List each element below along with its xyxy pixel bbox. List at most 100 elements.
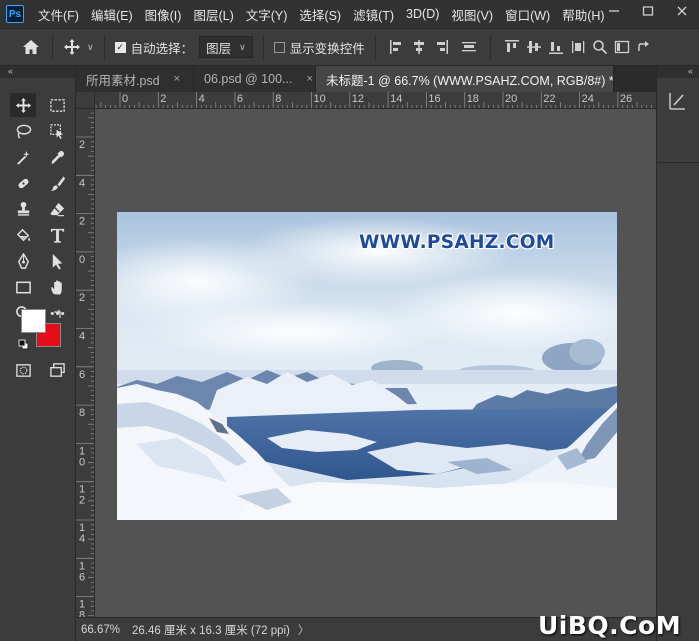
ruler-label: 12 — [352, 93, 364, 105]
menu-type[interactable]: 文字(Y) — [246, 5, 288, 24]
paint-bucket-tool-icon[interactable] — [10, 223, 36, 247]
close-icon[interactable]: × — [174, 73, 180, 85]
chevron-down-icon: ∨ — [239, 41, 246, 52]
home-icon[interactable] — [20, 36, 42, 58]
divider — [52, 35, 53, 59]
rectangle-tool-icon[interactable] — [10, 275, 36, 299]
align-right-icon[interactable] — [430, 36, 452, 58]
ruler-label: 4 — [79, 533, 85, 545]
menu-select[interactable]: 选择(S) — [299, 5, 341, 24]
menu-view[interactable]: 视图(V) — [451, 5, 493, 24]
properties-panel-icon[interactable] — [666, 90, 688, 112]
eyedropper-tool-icon[interactable] — [44, 145, 70, 169]
chevron-right-icon[interactable]: 〉 — [298, 622, 310, 638]
foreground-color-swatch[interactable] — [21, 309, 46, 333]
watermark-text: WWW.PSAHZ.COM — [359, 232, 555, 253]
swap-colors-icon[interactable] — [52, 309, 64, 321]
lasso-tool-icon[interactable] — [10, 119, 36, 143]
ruler-label: 20 — [505, 93, 517, 105]
divider — [262, 35, 264, 59]
canvas-area[interactable]: WWW.PSAHZ.COM — [95, 109, 656, 617]
ruler-label: 2 — [79, 139, 85, 151]
move-tool-preset[interactable]: ∨ — [63, 38, 94, 56]
close-icon[interactable]: × — [306, 73, 312, 85]
menu-3d[interactable]: 3D(D) — [406, 7, 439, 21]
ruler-label: 8 — [275, 93, 281, 105]
ruler-label: 8 — [79, 407, 85, 419]
document-canvas[interactable]: WWW.PSAHZ.COM — [117, 212, 617, 520]
ruler-label: 14 — [390, 93, 402, 105]
auto-select-target-dropdown[interactable]: 图层 ∨ — [199, 36, 253, 58]
ruler-label: 4 — [79, 331, 85, 343]
minimize-icon[interactable] — [597, 0, 631, 22]
quick-mask-icon[interactable] — [10, 358, 36, 382]
align-bottom-icon[interactable] — [545, 36, 567, 58]
tab-label: 未标题-1 @ 66.7% (WWW.PSAHZ.COM, RGB/8#) * — [326, 73, 614, 88]
vertical-ruler-ticks: 24202468101214161820 — [76, 112, 94, 617]
collapse-tools-button[interactable]: « — [0, 66, 75, 78]
screen-mode-icon[interactable] — [44, 358, 70, 382]
ruler-label: 24 — [582, 93, 594, 105]
ruler-label: 2 — [160, 93, 166, 105]
maximize-icon[interactable] — [631, 0, 665, 22]
ruler-label: 10 — [314, 93, 326, 105]
align-center-icon[interactable] — [408, 36, 430, 58]
healing-brush-tool-icon[interactable] — [10, 171, 36, 195]
menu-edit[interactable]: 编辑(E) — [91, 5, 133, 24]
auto-select-target-value: 图层 — [206, 41, 232, 56]
type-tool-icon[interactable] — [44, 223, 70, 247]
tab-untitled-1[interactable]: 未标题-1 @ 66.7% (WWW.PSAHZ.COM, RGB/8#) * … — [316, 66, 614, 92]
site-watermark-logo: UiBQ.CoM — [538, 611, 682, 640]
tools-panel: « — [0, 66, 76, 641]
align-middle-icon[interactable] — [523, 36, 545, 58]
right-panel-dock: « — [656, 66, 699, 641]
tab-06-psd[interactable]: 06.psd @ 100... × — [194, 66, 316, 92]
collapse-panels-button[interactable]: « — [657, 66, 699, 78]
hand-tool-icon[interactable] — [44, 275, 70, 299]
close-window-icon[interactable] — [665, 0, 699, 22]
menu-window[interactable]: 窗口(W) — [505, 5, 550, 24]
divider — [657, 162, 699, 163]
show-transform-checkbox[interactable] — [273, 41, 285, 53]
ruler-label: 6 — [79, 571, 85, 583]
default-colors-icon[interactable] — [18, 339, 30, 351]
move-tool-icon[interactable] — [10, 93, 36, 117]
menu-image[interactable]: 图像(I) — [145, 5, 182, 24]
eraser-tool-icon[interactable] — [44, 197, 70, 221]
ruler-corner[interactable] — [76, 92, 95, 109]
horizontal-ruler-ticks: 0 2 4 6 8 10 12 14 16 18 20 22 24 26 — [95, 92, 652, 108]
marquee-tool-icon[interactable] — [44, 93, 70, 117]
divider — [374, 35, 376, 59]
menu-file[interactable]: 文件(F) — [38, 5, 79, 24]
search-icon[interactable] — [589, 36, 611, 58]
zoom-level[interactable]: 66.67% — [76, 624, 126, 636]
distribute-icon[interactable] — [567, 36, 589, 58]
tab-label: 所用素材.psd — [86, 73, 160, 88]
tab-label: 06.psd @ 100... — [204, 72, 293, 86]
pen-tool-icon[interactable] — [10, 249, 36, 273]
align-top-icon[interactable] — [501, 36, 523, 58]
magic-wand-tool-icon[interactable] — [10, 145, 36, 169]
ruler-label: 26 — [620, 93, 632, 105]
horizontal-ruler[interactable]: 0 2 4 6 8 10 12 14 16 18 20 22 24 26 — [95, 92, 656, 109]
object-select-tool-icon[interactable] — [44, 119, 70, 143]
document-tab-bar: 所用素材.psd × 06.psd @ 100... × 未标题-1 @ 66.… — [76, 66, 656, 92]
ruler-label: 2 — [79, 495, 85, 507]
share-icon[interactable] — [633, 36, 655, 58]
auto-select-checkbox[interactable]: ✓ — [114, 41, 126, 53]
ruler-label: 0 — [79, 456, 85, 468]
chevron-down-icon: ∨ — [87, 41, 94, 52]
align-left-icon[interactable] — [386, 36, 408, 58]
workspace-icon[interactable] — [611, 36, 633, 58]
brush-tool-icon[interactable] — [44, 171, 70, 195]
ruler-label: 16 — [428, 93, 440, 105]
menu-filter[interactable]: 滤镜(T) — [353, 5, 394, 24]
path-selection-tool-icon[interactable] — [44, 249, 70, 273]
window-controls — [597, 0, 699, 28]
tab-material-psd[interactable]: 所用素材.psd × — [76, 66, 194, 92]
clone-stamp-tool-icon[interactable] — [10, 197, 36, 221]
menu-layer[interactable]: 图层(L) — [193, 5, 233, 24]
distribute-vertical-icon[interactable] — [458, 36, 480, 58]
document-info: 26.46 厘米 x 16.3 厘米 (72 ppi) — [132, 624, 290, 637]
vertical-ruler[interactable]: 24202468101214161820 — [76, 109, 95, 617]
